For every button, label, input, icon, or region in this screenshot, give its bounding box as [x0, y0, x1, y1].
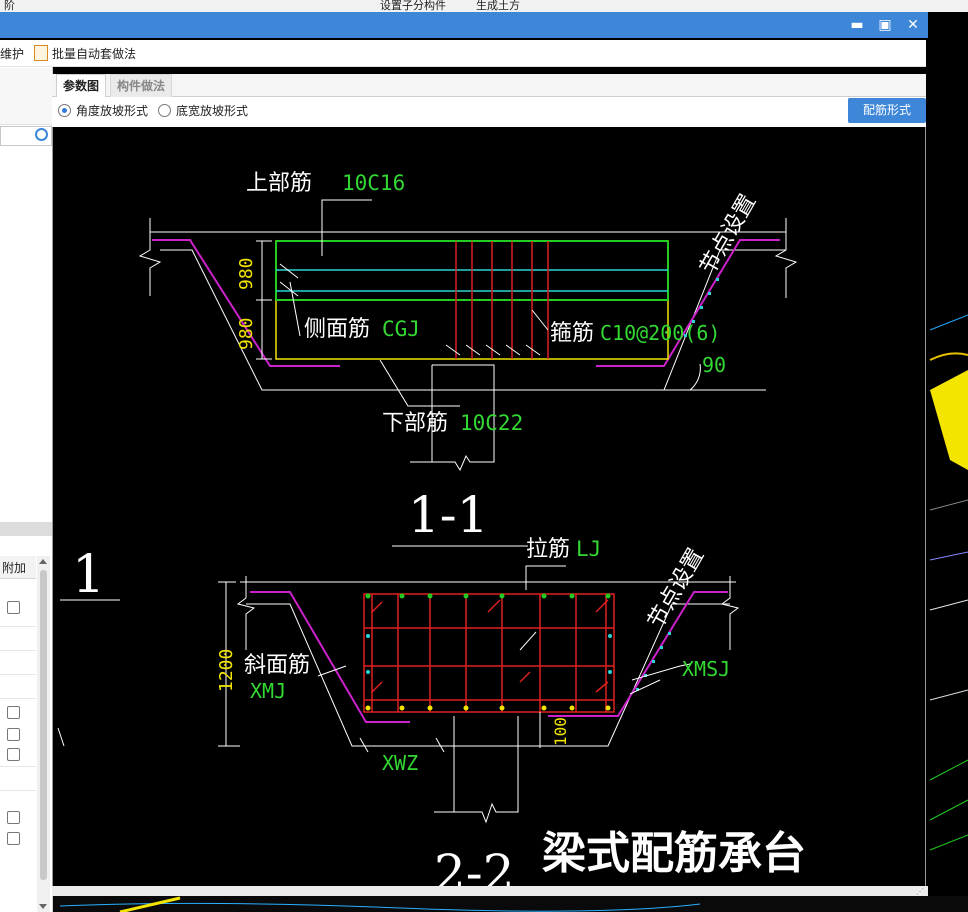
angle-slope-radio[interactable]: [58, 104, 71, 117]
section-mark-1: 1: [72, 545, 105, 605]
maintenance-button[interactable]: 维护: [0, 45, 24, 62]
slope-top-value: XMSJ: [682, 657, 730, 681]
column-header-fujia: 附加: [0, 556, 36, 579]
stirrup-value: C10@200(6): [600, 321, 720, 345]
maximize-icon[interactable]: ▣: [876, 16, 894, 34]
dim-height: 1200: [216, 649, 237, 692]
side-rebar-value: CGJ: [382, 317, 420, 341]
dialog-tab-bar: 参数图 构件做法: [52, 74, 926, 97]
tab-component-method[interactable]: 构件做法: [110, 74, 173, 97]
dialog-titlebar[interactable]: ▬ ▣ ✕: [0, 12, 928, 38]
top-rebar-label: 上部筋: [246, 171, 312, 196]
section-label-2-2: 2-2: [434, 844, 515, 886]
row-checkbox[interactable]: [7, 811, 20, 824]
stirrup-label: 箍筋: [550, 321, 594, 346]
tab-parameter-diagram[interactable]: 参数图: [56, 74, 107, 97]
dim-lower: 980: [236, 317, 257, 350]
drawing-title: 梁式配筋承台: [542, 828, 806, 879]
section-1-1: 上部筋 10C16 侧面筋 CGJ 箍筋 C10@200(6) 下部筋 10C2…: [138, 171, 798, 547]
row-checkbox[interactable]: [7, 728, 20, 741]
row-checkbox[interactable]: [7, 601, 20, 614]
top-rebar-value: 10C16: [342, 171, 405, 195]
close-icon[interactable]: ✕: [904, 16, 922, 34]
left-panel-toolbar: [0, 68, 52, 125]
minimize-icon[interactable]: ▬: [848, 16, 866, 34]
dialog-status-strip: ⋰: [52, 886, 928, 896]
bottom-rebar-label: 下部筋: [382, 411, 448, 436]
slope-option-row: 角度放坡形式 底宽放坡形式: [52, 97, 926, 127]
width-slope-radio[interactable]: [158, 104, 171, 117]
scroll-up-icon[interactable]: [39, 559, 47, 564]
dim-bottom: 100: [551, 717, 570, 746]
angle-value: 90: [702, 353, 726, 377]
row-checkbox[interactable]: [7, 748, 20, 761]
bottom-width-value: XWZ: [382, 751, 418, 775]
tie-label: 拉筋: [526, 537, 570, 562]
slope-rebar-value: XMJ: [250, 679, 286, 703]
side-rebar-label: 侧面筋: [304, 317, 370, 342]
host-toolbar: 维护 批量自动套做法: [0, 40, 926, 67]
scroll-thumb[interactable]: [40, 570, 47, 880]
batch-auto-apply-button[interactable]: 批量自动套做法: [52, 45, 136, 62]
slope-rebar-label: 斜面筋: [244, 653, 310, 678]
row-checkbox[interactable]: [7, 706, 20, 719]
host-app-top-strip: 阶 设置子分构件 生成土方: [0, 0, 968, 12]
scroll-down-icon[interactable]: [39, 904, 47, 909]
resize-grip-icon[interactable]: ⋰: [916, 887, 924, 896]
host-left-panel: 附加: [0, 40, 53, 912]
bottom-rebar-value: 10C22: [460, 411, 523, 435]
column-header-label: 附加: [2, 561, 27, 575]
left-panel-splitter[interactable]: [0, 522, 52, 536]
search-icon[interactable]: [35, 128, 48, 141]
row-checkbox[interactable]: [7, 832, 20, 845]
cad-parameter-svg: 上部筋 10C16 侧面筋 CGJ 箍筋 C10@200(6) 下部筋 10C2…: [57, 171, 806, 886]
left-search-input[interactable]: [0, 126, 52, 146]
section-label-1-1: 1-1: [408, 486, 489, 544]
angle-slope-label[interactable]: 角度放坡形式: [76, 102, 148, 119]
dim-upper: 980: [236, 257, 257, 290]
rebar-config-button[interactable]: 配筋形式: [848, 98, 926, 123]
slope-rebar-right: [596, 239, 780, 367]
batch-auto-icon[interactable]: [34, 45, 48, 61]
left-list-scrollbar[interactable]: [37, 556, 50, 912]
node-setting-1: 节点设置: [696, 190, 762, 279]
tie-value: LJ: [576, 537, 601, 561]
width-slope-label[interactable]: 底宽放坡形式: [176, 102, 248, 119]
parameter-drawing: 上部筋 10C16 侧面筋 CGJ 箍筋 C10@200(6) 下部筋 10C2…: [54, 128, 925, 886]
